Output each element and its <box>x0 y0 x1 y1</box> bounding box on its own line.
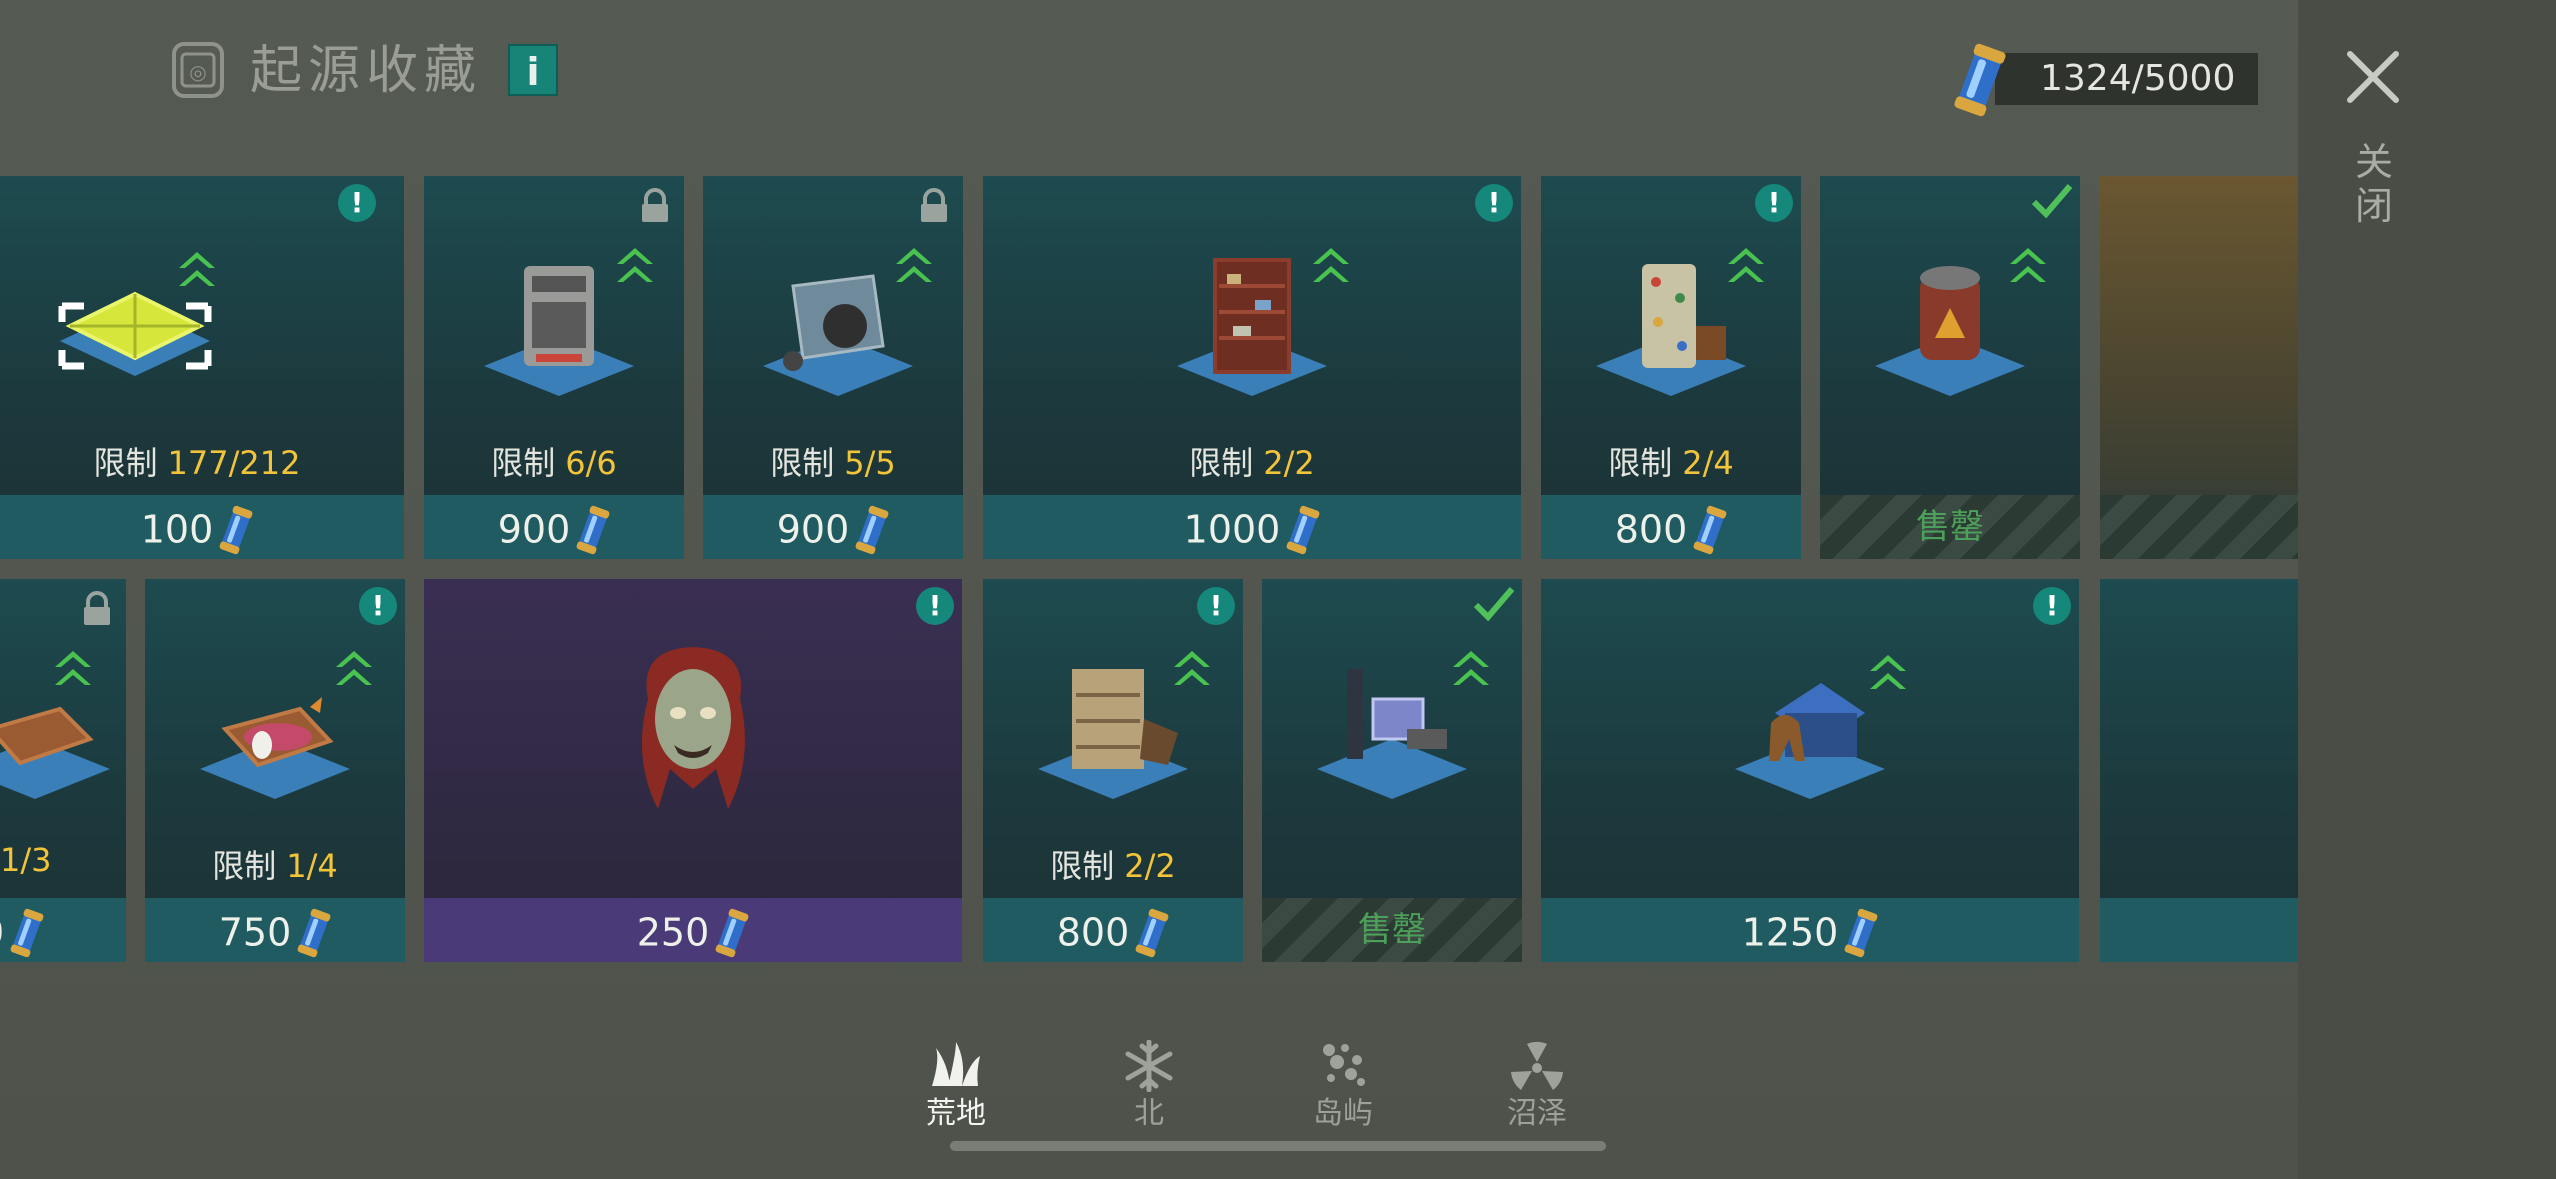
upgrade-arrow-icon <box>617 248 653 282</box>
zombie-head-icon <box>641 647 745 809</box>
item-card-sold[interactable]: 售罄 <box>1262 579 1522 962</box>
price-tag: 800 <box>1541 495 1801 559</box>
blue-capsule-icon <box>297 908 331 957</box>
upgrade-arrow-icon <box>1453 651 1489 685</box>
sold-out-label: 售罄 <box>1358 910 1426 950</box>
upgrade-arrow-icon <box>1870 655 1906 689</box>
upgrade-arrow-icon <box>2010 248 2046 282</box>
new-badge-icon: ! <box>2033 587 2071 625</box>
new-badge-icon: ! <box>1197 587 1235 625</box>
item-card-sold[interactable]: 售罄 <box>1820 176 2080 559</box>
item-card[interactable]: ! 限制 1/4 750 <box>145 579 405 962</box>
check-icon <box>1473 587 1515 622</box>
limit-text: 限制 2/2 <box>1050 847 1176 885</box>
tab-north[interactable]: 北 <box>1089 1040 1209 1134</box>
lock-icon <box>642 188 668 222</box>
blue-capsule-icon <box>1954 43 2006 117</box>
home-indicator[interactable] <box>950 1141 1606 1151</box>
origin-collection-icon: ◎ <box>172 42 224 98</box>
price-tag: 1000 <box>983 495 1521 559</box>
blue-capsule-icon <box>1693 505 1727 554</box>
new-badge-icon: ! <box>1475 184 1513 222</box>
info-button[interactable]: i <box>508 44 558 96</box>
blue-capsule-icon <box>715 908 749 957</box>
price-tag: 100 <box>0 495 404 559</box>
floor-tile-icon <box>58 291 212 376</box>
upgrade-arrow-icon <box>896 248 932 282</box>
price-tag: 800 <box>983 898 1243 962</box>
tab-label: 北 <box>1134 1096 1164 1131</box>
item-card[interactable]: ! 1250 <box>1541 579 2079 962</box>
lock-icon <box>84 591 110 625</box>
blue-capsule-icon <box>1135 908 1169 957</box>
price-bar <box>2100 898 2298 962</box>
upgrade-arrow-icon <box>1313 248 1349 282</box>
right-sidebar <box>2298 0 2556 1179</box>
currency-value: 1324/5000 <box>2040 58 2236 99</box>
blue-capsule-icon <box>855 505 889 554</box>
tab-label: 岛屿 <box>1313 1096 1373 1131</box>
limit-text: 限制 5/5 <box>770 444 896 482</box>
island-icon <box>1323 1044 1365 1086</box>
price-tag: 900 <box>424 495 684 559</box>
wasteland-icon <box>932 1042 980 1086</box>
limit-text: 限制 1/4 <box>212 847 338 885</box>
tab-label: 沼泽 <box>1507 1096 1567 1131</box>
price-tag: 1250 <box>1541 898 2079 962</box>
page-title: 起源收藏 <box>250 41 483 101</box>
new-badge-icon: ! <box>338 184 376 222</box>
upgrade-arrow-icon <box>55 651 91 685</box>
blue-capsule-icon <box>1286 505 1320 554</box>
collection-stage: ◎ 起源收藏 i 1324/5000 ! 限制 177/212 100 限制 6… <box>0 0 2298 1179</box>
price-tag: 250 <box>424 898 962 962</box>
blue-capsule-icon <box>10 908 44 957</box>
upgrade-arrow-icon <box>1728 248 1764 282</box>
price-tag: 750 <box>145 898 405 962</box>
item-card[interactable]: ! 限制 2/4 800 <box>1541 176 1801 559</box>
item-card[interactable] <box>2100 579 2298 962</box>
svg-text:◎: ◎ <box>189 60 206 84</box>
item-card[interactable]: 限制 6/6 900 <box>424 176 684 559</box>
tab-label: 荒地 <box>926 1096 986 1131</box>
blue-capsule-icon <box>576 505 610 554</box>
item-card[interactable]: ! 250 <box>424 579 962 962</box>
upgrade-arrow-icon <box>179 252 215 286</box>
check-icon <box>2031 184 2073 219</box>
sold-out-label: 售罄 <box>1916 507 1984 547</box>
new-badge-icon: ! <box>1755 184 1793 222</box>
limit-text: 限制 6/6 <box>491 444 617 482</box>
price-tag: 900 <box>703 495 963 559</box>
limit-text: 限制 177/212 <box>93 444 301 482</box>
item-card[interactable]: 限制 5/5 900 <box>703 176 963 559</box>
close-label[interactable]: 关闭 <box>2352 140 2396 228</box>
limit-text: 限制 2/2 <box>1189 444 1315 482</box>
item-card[interactable]: ! 限制 177/212 100 <box>0 176 404 559</box>
close-icon[interactable] <box>2342 46 2404 108</box>
snowflake-icon <box>1125 1040 1173 1092</box>
new-badge-icon: ! <box>916 587 954 625</box>
blue-capsule-icon <box>219 505 253 554</box>
item-card[interactable] <box>2100 176 2298 559</box>
upgrade-arrow-icon <box>1174 651 1210 685</box>
blue-capsule-icon <box>1844 908 1878 957</box>
price-tag: 0 <box>0 898 100 962</box>
tab-swamp[interactable]: 沼泽 <box>1477 1040 1597 1134</box>
item-card[interactable]: ! 限制 2/2 800 <box>983 579 1243 962</box>
upgrade-arrow-icon <box>336 651 372 685</box>
item-card[interactable]: 1/3 0 <box>0 579 126 962</box>
radiation-icon <box>1511 1042 1563 1090</box>
new-badge-icon: ! <box>359 587 397 625</box>
tab-island[interactable]: 岛屿 <box>1283 1040 1403 1134</box>
lock-icon <box>921 188 947 222</box>
tab-wasteland[interactable]: 荒地 <box>896 1040 1016 1134</box>
item-card[interactable]: ! 限制 2/2 1000 <box>983 176 1521 559</box>
limit-text: 限制 2/4 <box>1608 444 1734 482</box>
sold-bar <box>2100 495 2298 559</box>
limit-text: 1/3 <box>0 841 52 879</box>
